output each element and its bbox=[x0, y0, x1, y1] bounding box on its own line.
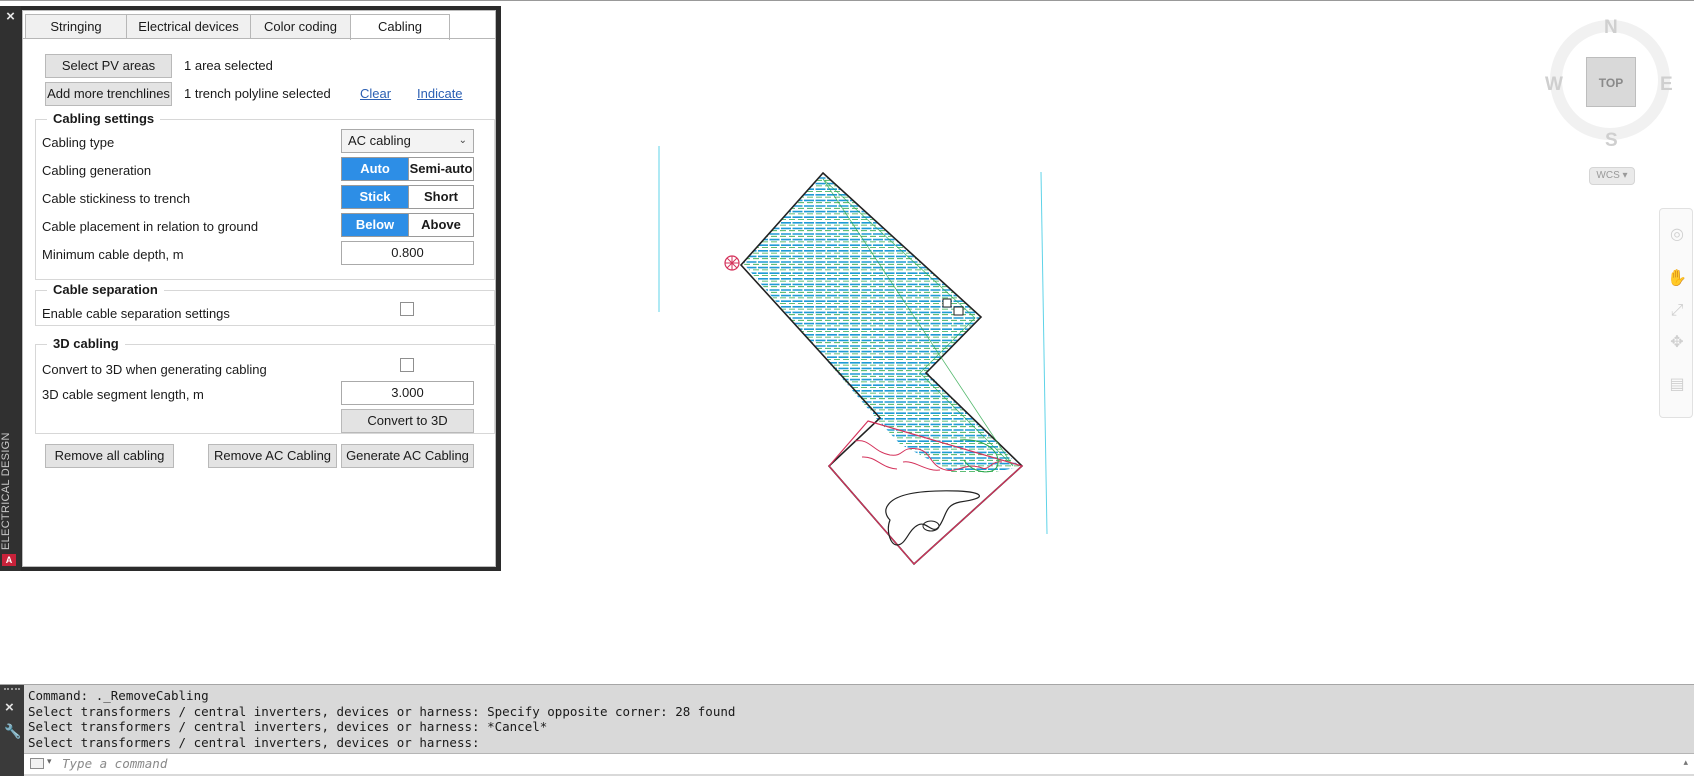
pv-site-drawing[interactable] bbox=[650, 140, 1060, 570]
tab-cabling[interactable]: Cabling bbox=[350, 14, 450, 40]
grip-dots[interactable] bbox=[4, 688, 20, 692]
min-cable-depth-label: Minimum cable depth, m bbox=[42, 247, 184, 262]
orbit-icon[interactable]: ✥ bbox=[1667, 333, 1687, 353]
cabling-type-value: AC cabling bbox=[348, 133, 411, 148]
cable-placement-toggle: Below Above bbox=[341, 213, 474, 237]
viewcube[interactable]: N S E W TOP WCS ▾ bbox=[1540, 10, 1680, 190]
inverter-icon bbox=[942, 298, 952, 308]
cabling-settings-title: Cabling settings bbox=[47, 111, 161, 126]
chevron-down-icon: ⌄ bbox=[458, 135, 467, 146]
boundary-lower bbox=[828, 420, 1024, 565]
compass-south[interactable]: S bbox=[1605, 130, 1618, 152]
showmotion-icon[interactable]: ▤ bbox=[1667, 375, 1687, 395]
command-input-bar[interactable]: ▾ Type a command ▴ bbox=[24, 753, 1694, 774]
cabling-type-label: Cabling type bbox=[42, 135, 115, 150]
select-pv-areas-button[interactable]: Select PV areas bbox=[45, 54, 172, 78]
zoom-extents-icon[interactable]: ⤢ bbox=[1667, 301, 1687, 321]
tab-color-coding[interactable]: Color coding bbox=[250, 14, 351, 39]
chevron-down-icon[interactable]: ▾ bbox=[47, 756, 52, 767]
placement-below-option[interactable]: Below bbox=[342, 214, 408, 236]
cabling-type-select[interactable]: AC cabling ⌄ bbox=[341, 129, 474, 153]
customize-wrench-icon[interactable]: 🔧 bbox=[4, 723, 21, 740]
command-prompt-icon[interactable] bbox=[30, 758, 44, 769]
enable-separation-checkbox[interactable] bbox=[400, 302, 414, 316]
navigation-bar: ◎ ✋ ⤢ ✥ ▤ bbox=[1659, 208, 1693, 418]
tab-divider bbox=[23, 38, 495, 39]
history-line: Select transformers / central inverters,… bbox=[28, 703, 736, 719]
palette-content: Stringing Electrical devices Color codin… bbox=[22, 10, 496, 567]
pan-icon[interactable]: ✋ bbox=[1667, 269, 1687, 289]
segment-length-label: 3D cable segment length, m bbox=[42, 387, 204, 402]
palette-title: ELECTRICAL DESIGN bbox=[0, 432, 12, 550]
cable-stickiness-toggle: Stick Short path bbox=[341, 185, 474, 226]
cable-separation-title: Cable separation bbox=[47, 282, 164, 297]
guide-line-right bbox=[1040, 171, 1048, 535]
trench-status: 1 trench polyline selected bbox=[184, 86, 331, 101]
top-border bbox=[0, 0, 1694, 1]
chevron-down-icon: ▾ bbox=[1622, 170, 1628, 181]
ucs-menu[interactable]: WCS ▾ bbox=[1589, 167, 1635, 185]
string-outline bbox=[822, 178, 1014, 467]
command-line-window: × 🔧 Command: ._RemoveCabling Select tran… bbox=[0, 684, 1694, 776]
generation-auto-option[interactable]: Auto bbox=[342, 158, 408, 180]
stickiness-stick-option[interactable]: Stick bbox=[342, 186, 408, 208]
convert-to-3d-button[interactable]: Convert to 3D bbox=[341, 409, 474, 433]
convert-3d-checkbox[interactable] bbox=[400, 358, 414, 372]
generate-ac-cabling-button[interactable]: Generate AC Cabling bbox=[341, 444, 474, 468]
cable-stickiness-label: Cable stickiness to trench bbox=[42, 191, 191, 206]
cabling-3d-title: 3D cabling bbox=[47, 336, 125, 351]
min-cable-depth-input[interactable]: 0.800 bbox=[341, 241, 474, 265]
history-line: Command: ._RemoveCabling bbox=[28, 688, 209, 703]
add-trenchlines-button[interactable]: Add more trenchlines bbox=[45, 82, 172, 106]
app-logo-icon: A bbox=[2, 554, 16, 566]
compass-north[interactable]: N bbox=[1604, 17, 1618, 39]
ucs-label: WCS bbox=[1596, 170, 1620, 181]
remove-all-cabling-button[interactable]: Remove all cabling bbox=[45, 444, 174, 468]
convert-3d-label: Convert to 3D when generating cabling bbox=[42, 362, 267, 377]
indicate-link[interactable]: Indicate bbox=[417, 86, 463, 101]
clear-link[interactable]: Clear bbox=[360, 86, 391, 101]
placement-above-option[interactable]: Above bbox=[408, 214, 473, 236]
tab-stringing[interactable]: Stringing bbox=[25, 14, 127, 39]
cable-placement-label: Cable placement in relation to ground bbox=[42, 219, 259, 234]
electrical-design-palette: × ELECTRICAL DESIGN A Stringing Electric… bbox=[0, 6, 501, 571]
palette-title-strip[interactable]: × ELECTRICAL DESIGN A bbox=[0, 6, 21, 571]
steering-wheel-icon[interactable]: ◎ bbox=[1667, 225, 1687, 245]
close-icon[interactable]: × bbox=[5, 699, 14, 716]
pv-area-status: 1 area selected bbox=[184, 58, 273, 73]
command-history: Command: ._RemoveCabling Select transfor… bbox=[28, 688, 1688, 750]
cabling-generation-label: Cabling generation bbox=[42, 163, 152, 178]
enable-separation-label: Enable cable separation settings bbox=[42, 306, 230, 321]
generation-semi-auto-option[interactable]: Semi-auto bbox=[408, 158, 473, 180]
viewcube-top-face[interactable]: TOP bbox=[1586, 57, 1636, 107]
command-input[interactable]: Type a command bbox=[62, 756, 167, 771]
remove-ac-cabling-button[interactable]: Remove AC Cabling bbox=[208, 444, 337, 468]
segment-length-input[interactable]: 3.000 bbox=[341, 381, 474, 405]
command-line-grip[interactable]: × 🔧 bbox=[0, 685, 24, 776]
history-line: Select transformers / central inverters,… bbox=[28, 719, 548, 734]
stickiness-short-path-option[interactable]: Short path bbox=[408, 186, 473, 226]
close-icon[interactable]: × bbox=[3, 9, 18, 24]
tab-electrical-devices[interactable]: Electrical devices bbox=[126, 14, 251, 39]
history-line: Select transformers / central inverters,… bbox=[28, 734, 480, 750]
compass-east[interactable]: E bbox=[1660, 74, 1673, 96]
chevron-up-icon[interactable]: ▴ bbox=[1683, 757, 1688, 768]
compass-west[interactable]: W bbox=[1545, 74, 1563, 96]
cabling-generation-toggle: Auto Semi-auto bbox=[341, 157, 474, 181]
